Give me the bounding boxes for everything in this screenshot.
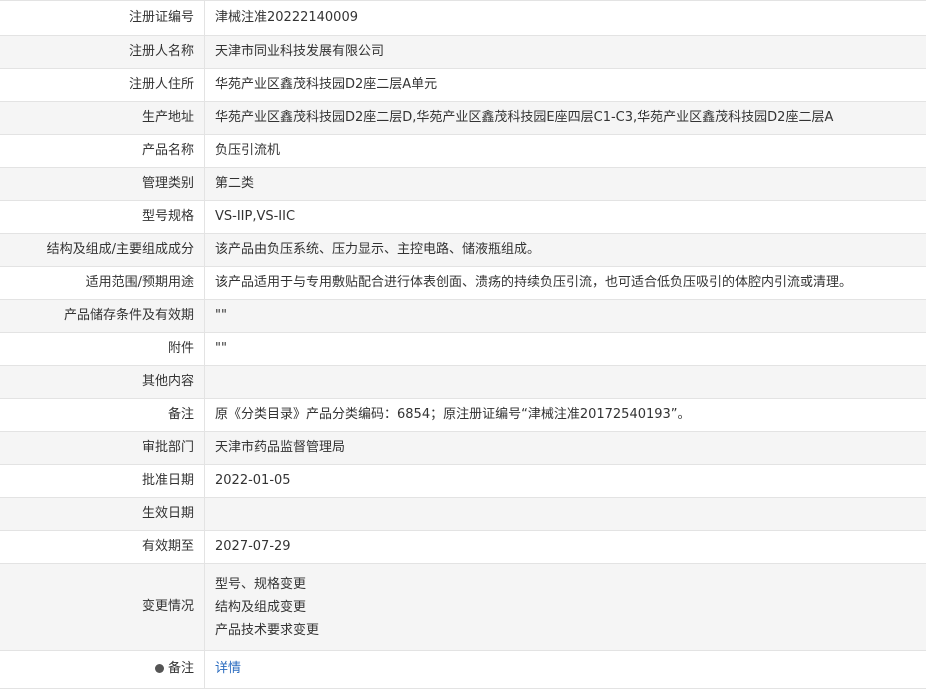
row-footer-remark: 备注 详情 <box>0 651 926 689</box>
footer-label: 备注 <box>168 661 194 676</box>
field-label: 产品储存条件及有效期 <box>0 300 205 333</box>
field-value <box>205 498 926 531</box>
row-remarks: 备注 原《分类目录》产品分类编码：6854；原注册证编号“津械注准2017254… <box>0 399 926 432</box>
details-link[interactable]: 详情 <box>215 661 241 676</box>
row-registrant-name: 注册人名称 天津市同业科技发展有限公司 <box>0 36 926 69</box>
field-label: 结构及组成/主要组成成分 <box>0 234 205 267</box>
row-change-history: 变更情况 型号、规格变更 结构及组成变更 产品技术要求变更 <box>0 564 926 651</box>
field-label: 注册证编号 <box>0 1 205 36</box>
field-label: 管理类别 <box>0 168 205 201</box>
field-value: 原《分类目录》产品分类编码：6854；原注册证编号“津械注准2017254019… <box>205 399 926 432</box>
field-label: 生效日期 <box>0 498 205 531</box>
field-value: 华苑产业区鑫茂科技园D2座二层A单元 <box>205 69 926 102</box>
field-label: 有效期至 <box>0 531 205 564</box>
row-approval-date: 批准日期 2022-01-05 <box>0 465 926 498</box>
row-registrant-address: 注册人住所 华苑产业区鑫茂科技园D2座二层A单元 <box>0 69 926 102</box>
field-value: 第二类 <box>205 168 926 201</box>
row-attachments: 附件 "" <box>0 333 926 366</box>
change-item: 结构及组成变更 <box>215 596 922 619</box>
info-icon <box>155 664 164 673</box>
field-value: 华苑产业区鑫茂科技园D2座二层D,华苑产业区鑫茂科技园E座四层C1-C3,华苑产… <box>205 102 926 135</box>
field-label: 备注 <box>0 651 205 689</box>
row-management-category: 管理类别 第二类 <box>0 168 926 201</box>
row-valid-until: 有效期至 2027-07-29 <box>0 531 926 564</box>
field-value <box>205 366 926 399</box>
field-value: 该产品由负压系统、压力显示、主控电路、储液瓶组成。 <box>205 234 926 267</box>
field-label: 适用范围/预期用途 <box>0 267 205 300</box>
field-value: 详情 <box>205 651 926 689</box>
field-label: 附件 <box>0 333 205 366</box>
field-value: VS-IIP,VS-IIC <box>205 201 926 234</box>
field-label: 变更情况 <box>0 564 205 651</box>
field-value: "" <box>205 300 926 333</box>
field-label: 批准日期 <box>0 465 205 498</box>
row-intended-use: 适用范围/预期用途 该产品适用于与专用敷贴配合进行体表创面、溃疡的持续负压引流，… <box>0 267 926 300</box>
row-registration-number: 注册证编号 津械注准20222140009 <box>0 1 926 36</box>
row-product-name: 产品名称 负压引流机 <box>0 135 926 168</box>
field-value: 天津市药品监督管理局 <box>205 432 926 465</box>
field-label: 注册人名称 <box>0 36 205 69</box>
registration-detail-table: 注册证编号 津械注准20222140009 注册人名称 天津市同业科技发展有限公… <box>0 0 926 689</box>
field-value: 负压引流机 <box>205 135 926 168</box>
field-label: 产品名称 <box>0 135 205 168</box>
row-effective-date: 生效日期 <box>0 498 926 531</box>
row-approval-department: 审批部门 天津市药品监督管理局 <box>0 432 926 465</box>
field-value: 津械注准20222140009 <box>205 1 926 36</box>
field-value: 2027-07-29 <box>205 531 926 564</box>
row-other-content: 其他内容 <box>0 366 926 399</box>
field-label: 备注 <box>0 399 205 432</box>
field-value: 2022-01-05 <box>205 465 926 498</box>
change-item: 型号、规格变更 <box>215 573 922 596</box>
row-storage-conditions: 产品储存条件及有效期 "" <box>0 300 926 333</box>
row-production-address: 生产地址 华苑产业区鑫茂科技园D2座二层D,华苑产业区鑫茂科技园E座四层C1-C… <box>0 102 926 135</box>
field-value: 该产品适用于与专用敷贴配合进行体表创面、溃疡的持续负压引流，也可适合低负压吸引的… <box>205 267 926 300</box>
change-list: 型号、规格变更 结构及组成变更 产品技术要求变更 <box>205 564 926 651</box>
change-item: 产品技术要求变更 <box>215 619 922 642</box>
row-model-spec: 型号规格 VS-IIP,VS-IIC <box>0 201 926 234</box>
field-label: 生产地址 <box>0 102 205 135</box>
field-label: 注册人住所 <box>0 69 205 102</box>
field-label: 型号规格 <box>0 201 205 234</box>
field-value: "" <box>205 333 926 366</box>
field-label: 审批部门 <box>0 432 205 465</box>
row-structure-composition: 结构及组成/主要组成成分 该产品由负压系统、压力显示、主控电路、储液瓶组成。 <box>0 234 926 267</box>
field-label: 其他内容 <box>0 366 205 399</box>
field-value: 天津市同业科技发展有限公司 <box>205 36 926 69</box>
